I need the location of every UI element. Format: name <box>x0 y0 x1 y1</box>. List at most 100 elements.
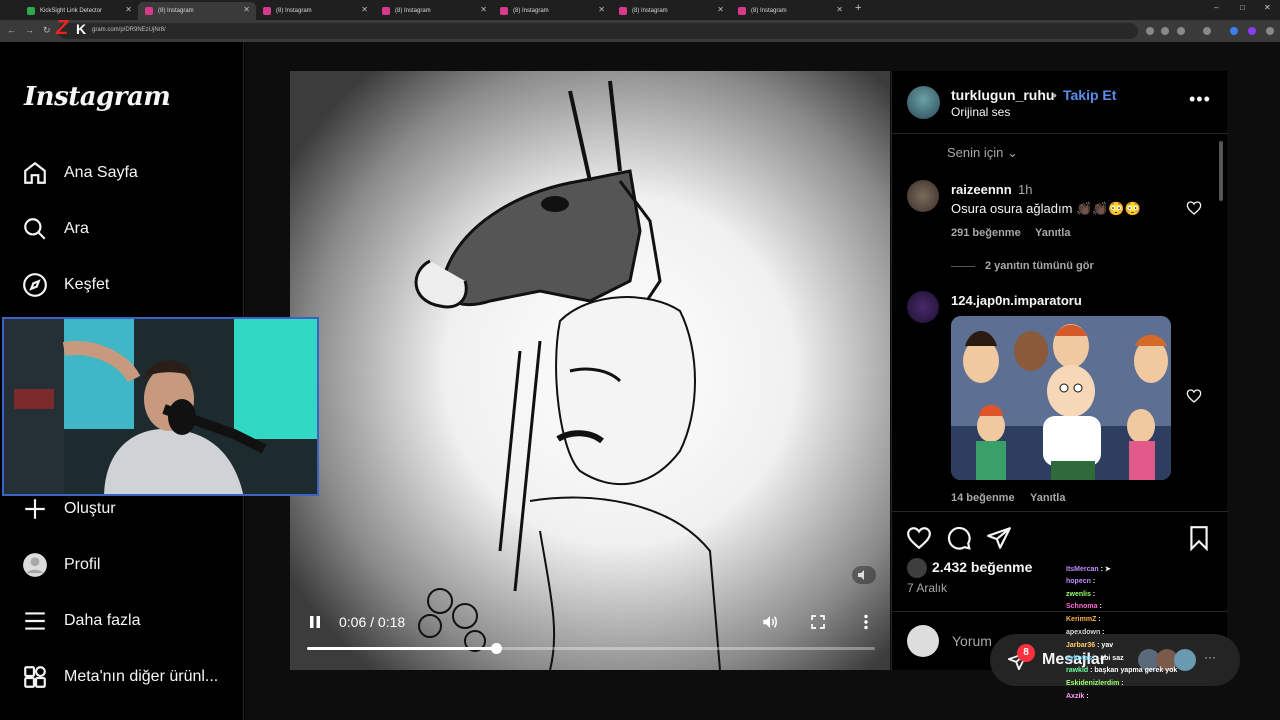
liker-avatar[interactable] <box>907 558 927 578</box>
author-avatar[interactable] <box>907 86 940 119</box>
chat-username: apexdown <box>1066 629 1101 636</box>
streamer-webcam-overlay <box>2 317 319 496</box>
reply-button[interactable]: Yanıtla <box>1035 227 1070 239</box>
commenter-avatar[interactable] <box>907 180 939 212</box>
tab-instagram[interactable]: (8) Instagram ✕ <box>731 2 849 20</box>
url-text[interactable]: gram.com/p/DR9NEzUjNr8/ <box>92 27 166 33</box>
new-tab-button[interactable]: + <box>855 2 861 14</box>
unread-badge: 8 <box>1017 644 1035 662</box>
tab-instagram-active[interactable]: (8) Instagram ✕ <box>138 2 256 20</box>
sidebar-item-create[interactable]: Oluştur <box>22 494 116 524</box>
search-icon <box>24 218 46 240</box>
comment-likes[interactable]: 291 beğenme <box>951 227 1021 239</box>
instagram-logo[interactable]: Instagram <box>24 82 171 112</box>
chat-text: : <box>1119 680 1124 688</box>
like-icon[interactable] <box>906 525 932 551</box>
sidebar-item-search[interactable]: Ara <box>22 214 89 244</box>
chat-text: : <box>1090 590 1096 598</box>
close-icon[interactable]: ✕ <box>717 5 724 14</box>
volume-icon[interactable] <box>761 613 779 631</box>
sidebar-item-explore[interactable]: Keşfet <box>22 270 109 300</box>
reel-video[interactable] <box>290 71 890 670</box>
chat-message: eykotasi : abi saz <box>1066 655 1124 662</box>
close-icon[interactable]: ✕ <box>598 5 605 14</box>
tab-kicksight[interactable]: KickSight Link Detector ✕ <box>20 2 138 20</box>
chat-username: Jarbar36 <box>1066 641 1096 649</box>
chat-username: rawkid <box>1066 667 1089 675</box>
instagram-favicon-icon <box>619 7 627 15</box>
address-field[interactable] <box>58 23 1138 39</box>
sort-label: Senin için <box>947 145 1004 160</box>
profile-avatar-icon[interactable] <box>1248 27 1256 35</box>
sidebar-item-profile[interactable]: Profil <box>22 550 100 580</box>
tab-instagram[interactable]: (8) Instagram ✕ <box>375 2 493 20</box>
chat-text: : <box>1084 693 1089 700</box>
sidebar-item-home[interactable]: Ana Sayfa <box>22 158 138 188</box>
extensions-icon[interactable] <box>1203 27 1211 35</box>
tab-title: (8) Instagram <box>276 8 312 14</box>
cast-icon[interactable] <box>1161 27 1169 35</box>
mute-toggle-icon[interactable] <box>852 566 876 584</box>
tab-instagram[interactable]: (8) Instagram ✕ <box>256 2 374 20</box>
comment-like-icon[interactable] <box>1186 200 1202 216</box>
tab-title: (8) Instagram <box>158 8 194 14</box>
sidebar-item-label: Oluştur <box>64 500 116 517</box>
commenter-avatar[interactable] <box>907 291 939 323</box>
cartoon-gif-illustration <box>951 316 1171 480</box>
chat-username: zwenlis <box>1066 590 1091 598</box>
comment-username[interactable]: raizeennn <box>951 182 1012 197</box>
sidebar-item-label: Keşfet <box>64 276 110 293</box>
pause-icon[interactable] <box>308 615 322 629</box>
reply-button[interactable]: Yanıtla <box>1030 492 1065 504</box>
close-icon[interactable]: ✕ <box>361 5 368 14</box>
comments-scrollbar[interactable] <box>1219 141 1223 201</box>
reload-icon[interactable]: ↻ <box>43 25 51 36</box>
author-username[interactable]: turklugun_ruhu <box>951 87 1054 103</box>
streamer-logo: Z <box>56 17 69 39</box>
close-icon[interactable]: ✕ <box>836 5 843 14</box>
sidebar-item-more[interactable]: Daha fazla <box>22 606 141 636</box>
minimize-button[interactable]: – <box>1214 3 1218 12</box>
close-window-button[interactable]: ✕ <box>1264 3 1271 12</box>
tab-instagram[interactable]: (8) Instagram ✕ <box>612 2 730 20</box>
follow-button[interactable]: Takip Et <box>1063 87 1116 103</box>
my-avatar <box>907 625 939 657</box>
chat-username: Axzik <box>1066 693 1085 700</box>
zoom-icon[interactable] <box>1146 27 1154 35</box>
comment-sort-dropdown[interactable]: Senin için ⌄ <box>947 145 1018 161</box>
close-icon[interactable]: ✕ <box>243 5 250 14</box>
comment-icon[interactable] <box>946 525 972 551</box>
video-progress-bar[interactable] <box>307 643 875 654</box>
video-more-icon[interactable] <box>860 614 872 630</box>
comment-input[interactable]: Yorum <box>952 633 992 649</box>
close-icon[interactable]: ✕ <box>480 5 487 14</box>
forward-icon[interactable]: → <box>25 25 34 35</box>
fullscreen-icon[interactable] <box>810 614 826 630</box>
comment-gif[interactable] <box>951 316 1171 480</box>
comment-likes[interactable]: 14 beğenme <box>951 492 1015 504</box>
chat-text: : <box>1090 577 1096 585</box>
chat-username: Eskidenizlerdim <box>1066 680 1120 688</box>
view-replies-button[interactable]: 2 yanıtın tümünü gör <box>985 260 1094 272</box>
sidebar-item-label: Profil <box>64 556 101 573</box>
share-icon[interactable] <box>986 525 1012 551</box>
sidebar-item-meta-products[interactable]: Meta'nın diğer ürünl... <box>22 662 218 692</box>
tab-instagram[interactable]: (8) Instagram ✕ <box>493 2 611 20</box>
sidebar-item-label: Ana Sayfa <box>64 164 138 181</box>
comment-like-icon[interactable] <box>1186 388 1202 404</box>
bookmark-star-icon[interactable] <box>1177 27 1185 35</box>
audio-label[interactable]: Orijinal ses <box>951 105 1010 119</box>
chat-text: : abi saz <box>1094 654 1124 662</box>
tab-title: (8) Instagram <box>632 8 668 14</box>
back-icon[interactable]: ← <box>7 25 16 35</box>
video-progress-handle[interactable] <box>491 643 502 654</box>
maximize-button[interactable]: □ <box>1240 3 1245 12</box>
close-icon[interactable]: ✕ <box>125 5 132 14</box>
messages-more-button[interactable]: ··· <box>1204 650 1216 664</box>
extension-icon[interactable] <box>1230 27 1238 35</box>
save-bookmark-icon[interactable] <box>1186 525 1212 551</box>
post-options-button[interactable]: ••• <box>1189 89 1211 110</box>
comment-username[interactable]: 124.jap0n.imparatoru <box>951 293 1082 308</box>
like-count[interactable]: 2.432 beğenme <box>932 559 1032 575</box>
browser-menu-icon[interactable] <box>1266 27 1274 35</box>
